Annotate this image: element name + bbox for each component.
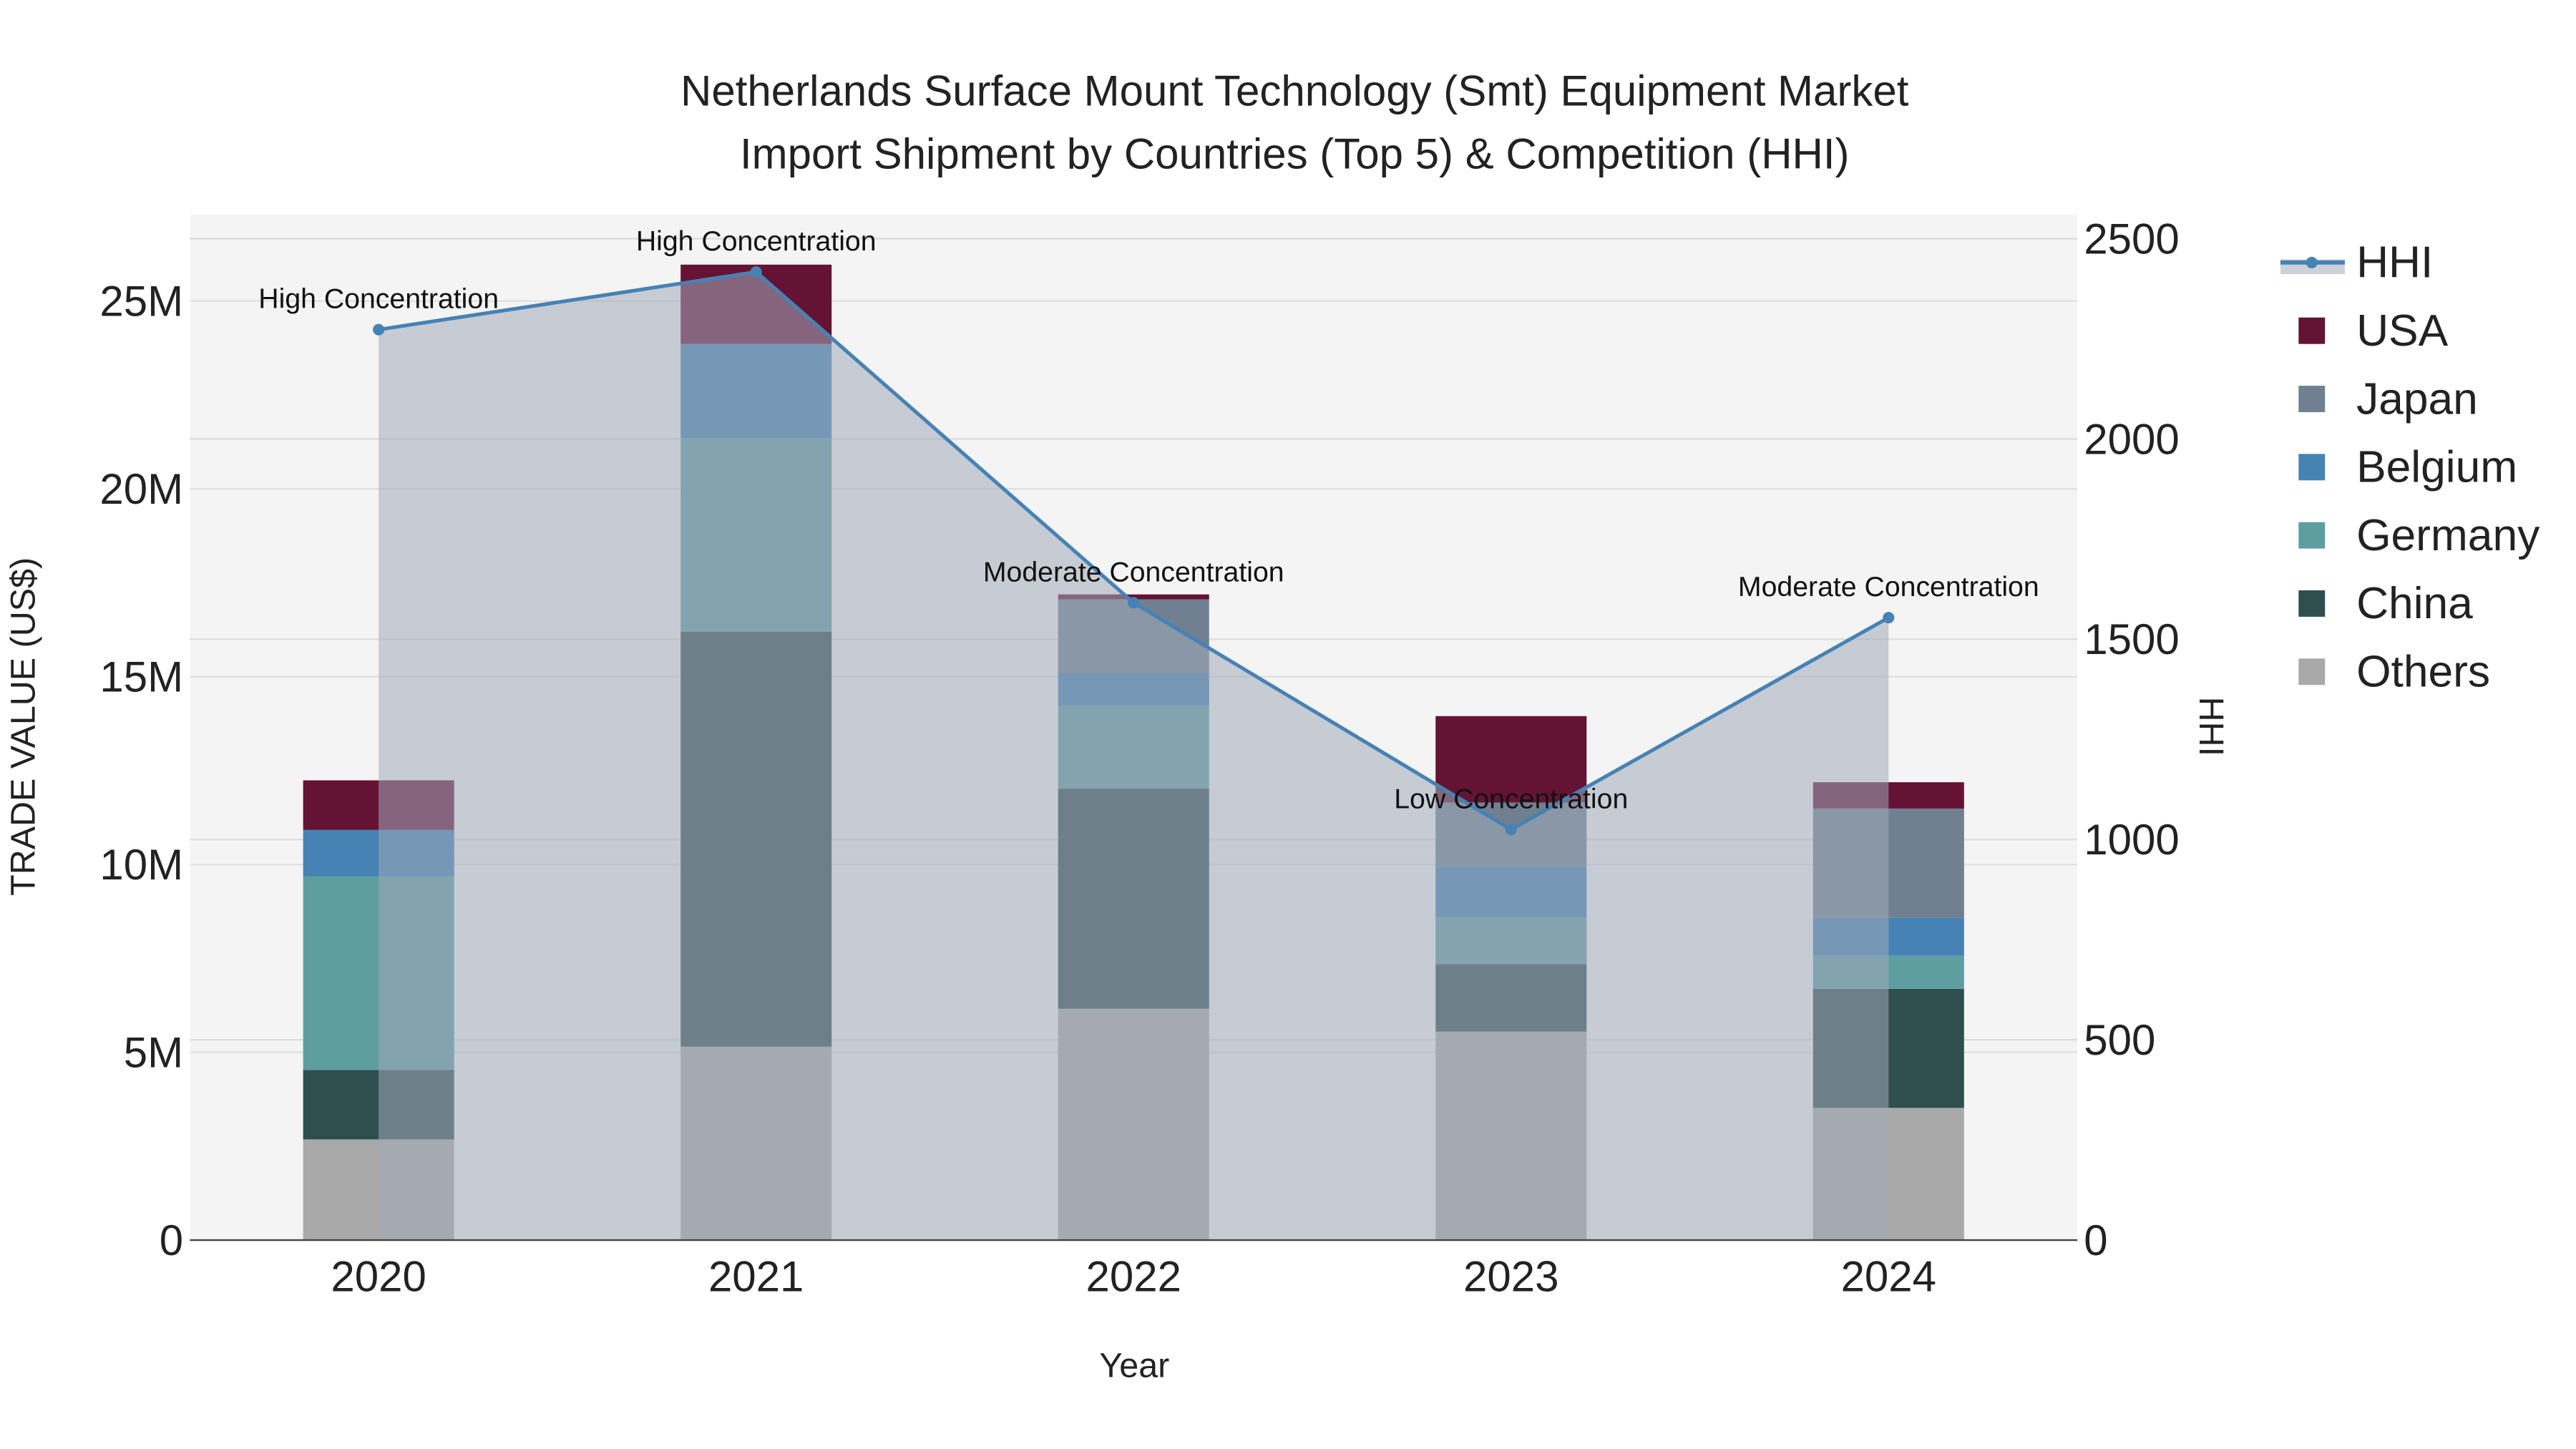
x-axis-label: Year [1099, 1347, 1169, 1385]
chart-title-line2: Import Shipment by Countries (Top 5) & C… [740, 130, 1850, 177]
legend-swatch-others [2298, 658, 2326, 686]
hhi-point-2023 [1505, 824, 1517, 836]
y-tick-label: 0 [160, 1216, 183, 1264]
hhi-annotation: High Concentration [636, 225, 877, 257]
chart: Netherlands Surface Mount Technology (Sm… [4, 67, 2540, 1385]
chart-title-line1: Netherlands Surface Mount Technology (Sm… [680, 67, 1909, 115]
y2-tick-label: 500 [2084, 1016, 2155, 1064]
hhi-annotation: Moderate Concentration [983, 556, 1284, 587]
legend-label-others: Others [2356, 648, 2490, 697]
y2-axis-label: HHI [2192, 697, 2230, 756]
legend-label-belgium: Belgium [2356, 443, 2517, 492]
legend-hhi-marker [2306, 256, 2318, 268]
hhi-annotation: Low Concentration [1394, 783, 1628, 814]
legend-swatch-usa [2298, 317, 2326, 344]
legend-label-japan: Japan [2356, 374, 2478, 424]
hhi-annotation: Moderate Concentration [1738, 571, 2039, 602]
legend-swatch-japan [2298, 386, 2326, 412]
hhi-point-2020 [373, 323, 385, 336]
x-tick-label: 2021 [708, 1253, 804, 1301]
y2-tick-label: 1000 [2084, 816, 2179, 864]
legend-label-china: China [2356, 579, 2473, 628]
legend-label-usa: USA [2356, 306, 2449, 356]
hhi-point-2024 [1883, 612, 1895, 624]
y-tick-label: 15M [99, 653, 183, 701]
x-tick-label: 2024 [1841, 1253, 1936, 1301]
y-tick-label: 5M [124, 1028, 183, 1076]
legend: HHI USA Japan Belgium Germany China Others [2280, 238, 2540, 697]
x-tick-label: 2023 [1463, 1253, 1558, 1301]
y2-tick-label: 2000 [2084, 415, 2179, 463]
legend-label-germany: Germany [2356, 511, 2540, 560]
y2-tick-label: 2500 [2084, 215, 2179, 263]
y2-tick-label: 1500 [2084, 615, 2179, 663]
hhi-annotation: High Concentration [258, 283, 499, 315]
y-axis-label: TRADE VALUE (US$) [4, 557, 42, 896]
legend-swatch-germany [2298, 522, 2326, 549]
x-tick-label: 2022 [1085, 1253, 1181, 1301]
hhi-point-2022 [1128, 597, 1140, 609]
legend-swatch-china [2298, 590, 2326, 617]
legend-swatch-belgium [2298, 454, 2326, 481]
hhi-point-2021 [750, 265, 762, 278]
legend-label-hhi: HHI [2356, 238, 2433, 288]
y-tick-label: 20M [99, 465, 183, 513]
y-tick-label: 25M [99, 278, 183, 326]
x-tick-label: 2020 [331, 1253, 426, 1301]
y2-tick-label: 0 [2084, 1216, 2107, 1264]
y-tick-label: 10M [99, 841, 183, 889]
